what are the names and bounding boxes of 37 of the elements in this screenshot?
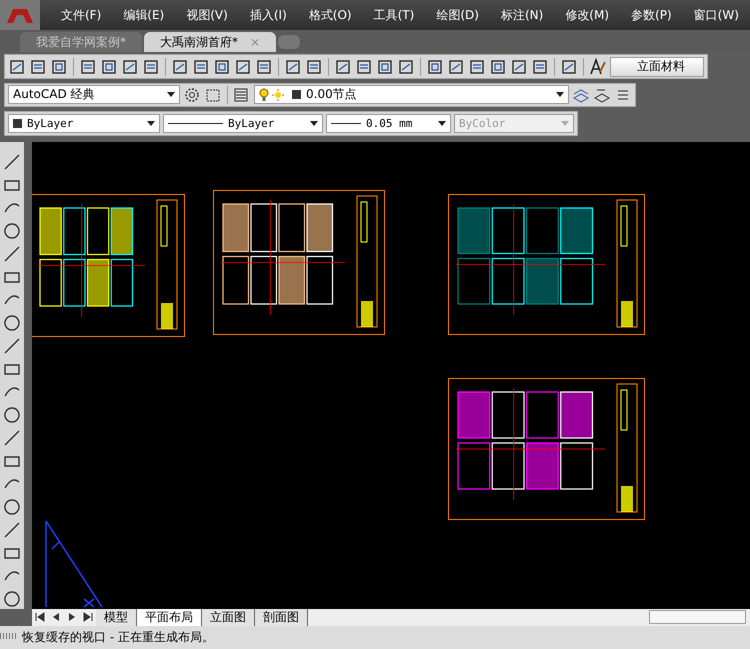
- menu-item[interactable]: 标注(N): [500, 6, 544, 24]
- layer-color-swatch: [292, 90, 301, 100]
- workspace-dropdown[interactable]: AutoCAD 经典: [8, 85, 180, 104]
- menu-item[interactable]: 文件(F): [61, 6, 102, 24]
- lineweight-dropdown[interactable]: 0.05 mm: [326, 114, 451, 133]
- floor-plan-drawing[interactable]: [448, 378, 645, 520]
- menu-item[interactable]: 绘图(D): [436, 6, 479, 24]
- plot-style-dropdown: ByColor: [454, 114, 574, 133]
- menu-item[interactable]: 修改(M): [565, 6, 610, 24]
- menu-item[interactable]: 插入(I): [250, 6, 287, 24]
- layout-tab[interactable]: 模型: [96, 608, 137, 626]
- bulb-sun-icon[interactable]: [259, 88, 287, 102]
- floor-plan-drawing[interactable]: [213, 190, 385, 334]
- menu-item[interactable]: 编辑(E): [123, 6, 164, 24]
- command-history-text: 恢复缓存的视口 - 正在重生成布局。: [22, 628, 214, 646]
- floor-plan-drawing[interactable]: [32, 194, 185, 336]
- color-swatch: [13, 118, 22, 128]
- gear-icon[interactable]: [183, 86, 201, 104]
- layout-tab[interactable]: 剖面图: [255, 608, 308, 626]
- materials-button[interactable]: 立面材料: [610, 56, 704, 77]
- menu-item[interactable]: 格式(O): [308, 6, 352, 24]
- text-style-icon[interactable]: [589, 58, 607, 76]
- line-icon[interactable]: [2, 152, 22, 172]
- horizontal-scrollbar[interactable]: [649, 610, 746, 624]
- document-tab[interactable]: 大禹南湖首府* ×: [144, 32, 276, 52]
- layout-tab[interactable]: 平面布局: [137, 608, 202, 626]
- menu-item[interactable]: 视图(V): [186, 6, 228, 24]
- layout-tab[interactable]: 立面图: [202, 608, 255, 626]
- menu-item[interactable]: 工具(T): [374, 6, 414, 24]
- ucs-axis-icon: [44, 518, 104, 608]
- color-dropdown[interactable]: ByLayer: [8, 114, 160, 133]
- floor-plan-drawing[interactable]: [448, 194, 645, 334]
- menu-item[interactable]: 窗口(W): [694, 6, 739, 24]
- linetype-dropdown[interactable]: ByLayer: [163, 114, 323, 133]
- layer-dropdown[interactable]: 0.00节点: [254, 85, 569, 104]
- drawing-canvas[interactable]: [32, 142, 750, 608]
- menu-item[interactable]: 参数(P): [631, 6, 672, 24]
